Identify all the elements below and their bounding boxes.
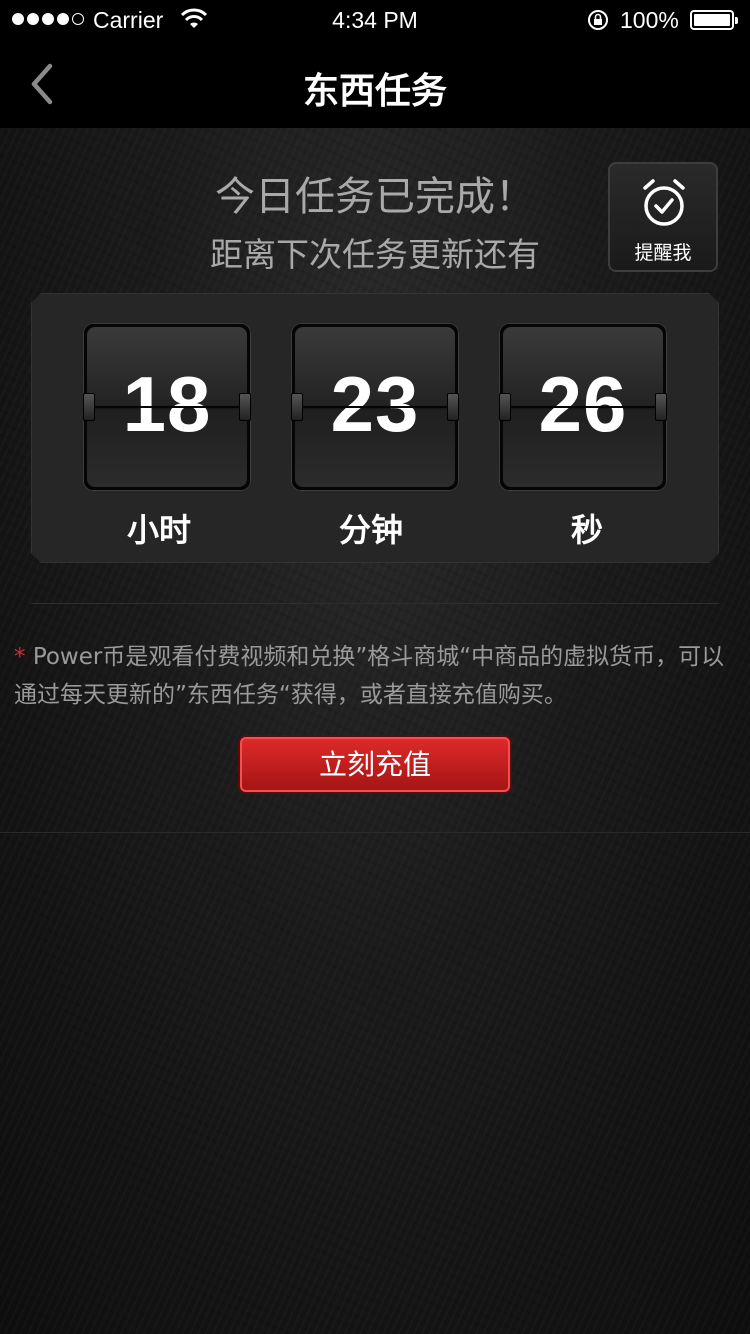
rotation-lock-icon [588,10,608,30]
remind-me-button[interactable]: 提醒我 [608,162,718,272]
note-text: Power币是观看付费视频和兑换”格斗商城“中商品的虚拟货币，可以通过每天更新的… [14,644,725,708]
hours-value: 18 [122,360,212,448]
battery-icon [690,10,738,30]
remind-me-label: 提醒我 [634,242,692,264]
page-title: 东西任务 [302,71,447,112]
power-coin-note: * Power币是观看付费视频和兑换”格斗商城“中商品的虚拟货币，可以通过每天更… [14,638,736,714]
hours-unit-label: 小时 [126,511,191,549]
minutes-unit-label: 分钟 [338,511,403,549]
seconds-value: 26 [538,360,628,448]
seconds-flip-card: 26 [499,323,667,491]
minutes-value: 23 [330,360,420,448]
battery-percentage: 100% [620,7,679,33]
status-bar: Carrier 4:34 PM 100% [0,0,750,40]
divider [31,603,719,604]
section-divider [0,832,750,833]
screen: Carrier 4:34 PM 100% 东西任务 今日任务已完成！ 距离下次任… [0,0,750,1334]
nav-bar: 东西任务 [0,40,750,128]
hours-flip-card: 18 [83,323,251,491]
note-asterisk: * [14,644,26,670]
minutes-flip-card: 23 [291,323,459,491]
countdown-panel: 18 小时 23 分钟 26 秒 [31,293,719,563]
seconds-unit-label: 秒 [570,511,603,549]
alarm-clock-icon [643,179,685,226]
recharge-now-button[interactable]: 立刻充值 [240,737,510,792]
